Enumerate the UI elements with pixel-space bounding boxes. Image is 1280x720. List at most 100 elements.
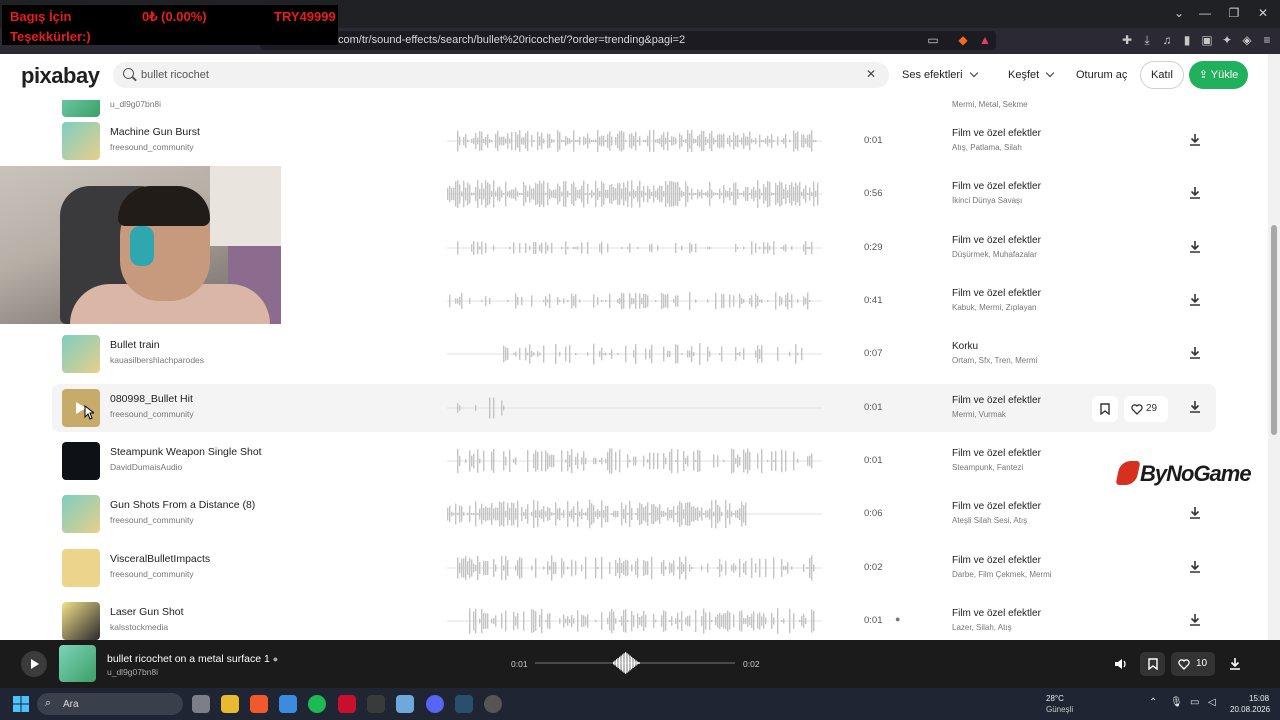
media-icon[interactable]: ♫ — [1160, 33, 1174, 47]
track-waveform[interactable] — [447, 498, 822, 530]
track-author[interactable]: freesound_community — [110, 409, 194, 419]
track-tags[interactable]: Mermi, Metal, Sekme — [952, 100, 1028, 109]
download-icon[interactable] — [1188, 560, 1202, 574]
obs-icon[interactable] — [484, 695, 502, 713]
list-item[interactable]: VisceralBulletImpacts freesound_communit… — [52, 544, 1216, 592]
list-item-hovered[interactable]: 080998_Bullet Hit freesound_community 0:… — [52, 384, 1216, 432]
track-title[interactable]: Gun Shots From a Distance (8) — [110, 499, 255, 511]
track-title[interactable]: VisceralBulletImpacts — [110, 553, 210, 565]
wallet-icon[interactable]: ▣ — [1200, 33, 1214, 47]
track-author[interactable]: u_dl9g07bn8i — [110, 100, 161, 109]
track-author[interactable]: kalsstockmedia — [110, 622, 168, 632]
track-waveform[interactable] — [447, 445, 822, 477]
track-category[interactable]: Film ve özel efektler — [952, 395, 1041, 406]
explore-menu[interactable]: Keşfet — [1008, 68, 1055, 81]
microsoft-store-icon[interactable] — [279, 695, 297, 713]
list-item[interactable]: Machine Gun Burst freesound_community 0:… — [52, 117, 1216, 165]
track-author[interactable]: freesound_community — [110, 515, 194, 525]
pixabay-logo[interactable]: pixabay — [21, 63, 100, 89]
list-item[interactable]: Laser Gun Shot kalsstockmedia 0:01 ● Fil… — [52, 597, 1216, 640]
restore-icon[interactable]: ❐ — [1225, 6, 1243, 20]
app-icon[interactable] — [455, 695, 473, 713]
track-tags[interactable]: Düşürmek, Muhafazalar — [952, 250, 1037, 259]
track-category[interactable]: Film ve özel efektler — [952, 608, 1041, 619]
download-icon[interactable] — [1188, 346, 1202, 360]
download-icon[interactable] — [1188, 293, 1202, 307]
speaker-icon[interactable]: ◁ — [1208, 697, 1216, 708]
track-waveform[interactable] — [447, 125, 822, 157]
track-thumbnail[interactable] — [62, 549, 100, 587]
track-waveform[interactable] — [447, 178, 822, 210]
track-category[interactable]: Film ve özel efektler — [952, 501, 1041, 512]
search-input-value[interactable]: bullet ricochet — [141, 69, 209, 81]
track-title[interactable]: Laser Gun Shot — [110, 606, 184, 618]
file-explorer-icon[interactable] — [221, 695, 239, 713]
extensions-icon[interactable]: ✚ — [1120, 33, 1134, 47]
track-tags[interactable]: Lazer, Silah, Atış — [952, 623, 1012, 632]
download-icon[interactable] — [1188, 186, 1202, 200]
discord-icon[interactable] — [426, 695, 444, 713]
download-icon[interactable] — [1188, 133, 1202, 147]
clock-time[interactable]: 15:08 — [1249, 694, 1269, 703]
track-waveform[interactable] — [447, 232, 822, 264]
tab-list-chevron-icon[interactable]: ⌄ — [1170, 6, 1188, 20]
search-input[interactable] — [113, 62, 889, 88]
track-title[interactable]: Bullet train — [110, 339, 160, 351]
track-thumbnail[interactable] — [62, 122, 100, 160]
track-tags[interactable]: Kabuk, Mermi, Zıplayan — [952, 303, 1036, 312]
downloads-icon[interactable]: ⤓ — [1140, 33, 1154, 47]
app-icon[interactable] — [338, 695, 356, 713]
volume-icon[interactable] — [1113, 657, 1127, 671]
track-author[interactable]: kauasilbershlachparodes — [110, 355, 204, 365]
track-thumbnail[interactable] — [62, 495, 100, 533]
track-category[interactable]: Film ve özel efektler — [952, 555, 1041, 566]
track-waveform[interactable] — [447, 338, 822, 370]
track-waveform[interactable] — [447, 605, 822, 637]
track-waveform[interactable] — [447, 285, 822, 317]
vpn-icon[interactable]: ◈ — [1240, 33, 1254, 47]
track-category[interactable]: Film ve özel efektler — [952, 288, 1041, 299]
join-button[interactable]: Katıl — [1140, 61, 1184, 89]
page-scrollbar-thumb[interactable] — [1271, 225, 1277, 435]
taskbar-search[interactable] — [37, 693, 183, 715]
track-tags[interactable]: Ateşli Silah Sesi, Atış — [952, 516, 1027, 525]
track-title[interactable]: Machine Gun Burst — [110, 126, 200, 138]
windows-start-icon[interactable] — [13, 696, 29, 712]
network-icon[interactable]: ▭ — [1190, 697, 1199, 708]
player-download-icon[interactable] — [1228, 657, 1242, 671]
player-track-author[interactable]: u_dl9g07bn8i — [107, 667, 158, 677]
track-category[interactable]: Korku — [952, 341, 978, 352]
filter-dropdown[interactable]: Ses efektleri — [902, 68, 978, 81]
list-item[interactable]: Steampunk Weapon Single Shot DavidDumais… — [52, 437, 1216, 485]
track-category[interactable]: Film ve özel efektler — [952, 128, 1041, 139]
brave-shield-icon[interactable]: ◆ — [956, 33, 970, 47]
track-tags[interactable]: Atış, Patlama, Silah — [952, 143, 1022, 152]
upload-button[interactable]: ⇪ Yükle — [1189, 61, 1248, 89]
list-item[interactable]: Gun Shots From a Distance (8) freesound_… — [52, 490, 1216, 538]
track-author[interactable]: freesound_community — [110, 142, 194, 152]
app-icon[interactable] — [396, 695, 414, 713]
weather-temperature[interactable]: 28°C — [1046, 694, 1064, 703]
track-thumbnail[interactable] — [62, 335, 100, 373]
download-icon[interactable] — [1188, 400, 1202, 414]
login-link[interactable]: Oturum aç — [1076, 69, 1127, 81]
track-tags[interactable]: Darbe, Film Çekmek, Mermi — [952, 570, 1052, 579]
track-category[interactable]: Film ve özel efektler — [952, 448, 1041, 459]
track-waveform[interactable] — [447, 392, 822, 424]
player-thumbnail[interactable] — [59, 645, 96, 682]
track-author[interactable]: freesound_community — [110, 569, 194, 579]
like-button[interactable]: 29 — [1124, 396, 1168, 422]
task-view-icon[interactable] — [192, 695, 210, 713]
spotify-icon[interactable] — [308, 695, 326, 713]
clear-search-icon[interactable]: ✕ — [866, 67, 876, 81]
player-like-button[interactable] — [1171, 652, 1215, 676]
track-author[interactable]: DavidDumaisAudio — [110, 462, 182, 472]
menu-icon[interactable]: ≡ — [1260, 33, 1274, 47]
track-thumbnail[interactable] — [62, 602, 100, 640]
track-tags[interactable]: Mermi, Vurmak — [952, 410, 1006, 419]
list-item[interactable]: Bullet train kauasilbershlachparodes 0:0… — [52, 330, 1216, 378]
track-waveform[interactable] — [447, 552, 822, 584]
brave-rewards-icon[interactable]: ▲ — [978, 33, 992, 47]
address-bar[interactable]: com/tr/sound-effects/search/bullet%20ric… — [260, 31, 996, 50]
download-icon[interactable] — [1188, 240, 1202, 254]
